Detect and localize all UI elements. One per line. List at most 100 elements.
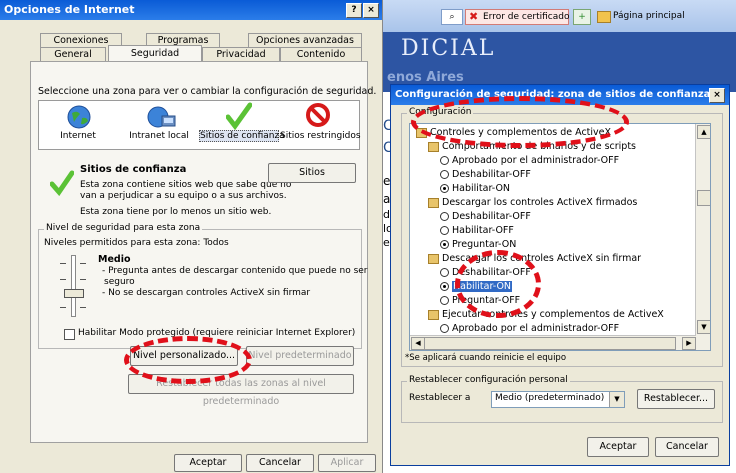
trusted-checkmark-icon — [49, 170, 75, 199]
reset-select[interactable]: Medio (predeterminado) ▼ — [491, 391, 625, 408]
reset-select-value: Medio (predeterminado) — [495, 393, 605, 403]
zone-internet[interactable] — [66, 104, 92, 133]
radio-button[interactable] — [440, 156, 449, 165]
scroll-down-icon[interactable]: ▼ — [697, 320, 710, 334]
tab-contenido[interactable]: Contenido — [280, 47, 362, 62]
scroll-thumb[interactable] — [697, 190, 710, 206]
radio-button[interactable] — [440, 240, 449, 249]
radio-button[interactable] — [440, 296, 449, 305]
zone-label-internet: Internet — [60, 131, 96, 141]
cancel-button[interactable]: Cancelar — [655, 437, 719, 457]
radio-button[interactable] — [440, 184, 449, 193]
intranet-icon — [147, 106, 176, 128]
help-button[interactable]: ? — [346, 3, 362, 18]
sites-button[interactable]: Sitios — [268, 163, 356, 183]
tree-option[interactable]: Deshabilitar-OFF — [412, 210, 710, 224]
radio-button[interactable] — [440, 268, 449, 277]
ok-button[interactable]: Aceptar — [587, 437, 649, 457]
zone-label-intranet: Intranet local — [129, 131, 189, 141]
radio-button[interactable] — [440, 226, 449, 235]
close-button[interactable]: × — [709, 88, 725, 103]
scroll-up-icon[interactable]: ▲ — [697, 125, 710, 139]
tree-category[interactable]: Descargar los controles ActiveX sin firm… — [412, 252, 710, 266]
tree-option[interactable]: Preguntar-ON — [412, 238, 710, 252]
ok-button[interactable]: Aceptar — [174, 454, 242, 472]
globe-icon — [67, 105, 91, 129]
zone-label-restricted: Sitios restringidos — [280, 131, 361, 141]
zone-restricted[interactable] — [305, 102, 331, 131]
level-desc: seguro — [104, 277, 135, 287]
tree-item-label: Preguntar-ON — [452, 239, 517, 250]
slider-tick — [80, 279, 86, 280]
scroll-left-icon[interactable]: ◀ — [411, 337, 425, 350]
error-shield-icon: ✖ — [469, 10, 479, 23]
checkmark-icon — [225, 102, 253, 131]
tree-hscrollbar[interactable]: ◀ ▶ — [410, 335, 696, 350]
slider-thumb[interactable] — [64, 289, 84, 298]
tree-scrollbar[interactable]: ▲ ▼ — [695, 124, 710, 350]
tree-item-label: Aprobado por el administrador-OFF — [452, 155, 620, 166]
search-icon: ⌕ — [449, 12, 455, 22]
reset-to-label: Restablecer a — [409, 393, 471, 403]
radio-button[interactable] — [440, 170, 449, 179]
zone-intranet[interactable] — [146, 104, 176, 133]
tree-category[interactable]: Descargar los controles ActiveX firmados — [412, 196, 710, 210]
home-icon — [597, 11, 611, 23]
apply-button: Aplicar — [318, 454, 376, 472]
folder-icon — [428, 141, 439, 152]
tree-item-label: Deshabilitar-OFF — [452, 169, 531, 180]
tab-general[interactable]: General — [40, 47, 106, 62]
zone-trusted[interactable] — [225, 102, 253, 133]
checkmark-icon — [49, 170, 75, 197]
folder-icon — [428, 309, 439, 320]
chevron-down-icon[interactable]: ▼ — [609, 392, 624, 407]
slider-tick — [60, 307, 66, 308]
annotation-highlight — [411, 96, 629, 148]
settings-tree[interactable]: Controles y complementos de ActiveX Compo… — [409, 123, 711, 351]
slider-tick — [80, 263, 86, 264]
reset-button[interactable]: Restablecer... — [637, 389, 715, 409]
zone-desc-title: Sitios de confianza — [80, 164, 187, 175]
protected-mode-label: Habilitar Modo protegido (requiere reini… — [78, 328, 356, 338]
folder-icon — [428, 197, 439, 208]
tree-category[interactable]: Ejecutar controles y complementos de Act… — [412, 308, 710, 322]
protected-mode-checkbox[interactable] — [64, 329, 75, 340]
hscroll-thumb[interactable] — [424, 337, 676, 350]
close-button[interactable]: × — [363, 3, 379, 18]
tab-seguridad[interactable]: Seguridad — [108, 45, 202, 62]
security-slider[interactable] — [56, 255, 90, 317]
radio-button[interactable] — [440, 282, 449, 291]
tree-item-label: Descargar los controles ActiveX firmados — [442, 197, 638, 208]
level-desc: - No se descargan controles ActiveX sin … — [102, 288, 311, 298]
titlebar: Opciones de Internet ? × — [0, 0, 382, 20]
cancel-button[interactable]: Cancelar — [246, 454, 314, 472]
zone-label-trusted: Sitios de confianza — [199, 130, 285, 142]
slider-track — [71, 255, 76, 317]
tree-option[interactable]: Deshabilitar-OFF — [412, 168, 710, 182]
tab-privacidad[interactable]: Privacidad — [202, 47, 280, 62]
tree-item-label: Deshabilitar-OFF — [452, 211, 531, 222]
tree-option[interactable]: Aprobado por el administrador-OFF — [412, 154, 710, 168]
browser-toolbar: ⌕ ✖ Error de certificado + Página princi… — [383, 0, 736, 33]
search-dropdown[interactable]: ⌕ — [441, 9, 463, 25]
scroll-right-icon[interactable]: ▶ — [682, 337, 696, 350]
add-favorites-icon[interactable]: + — [573, 9, 591, 25]
home-label[interactable]: Página principal — [613, 9, 685, 23]
cert-error-label: Error de certificado — [483, 12, 570, 22]
radio-button[interactable] — [440, 212, 449, 221]
tree-option[interactable]: Habilitar-ON — [412, 182, 710, 196]
level-desc: - Pregunta antes de descargar contenido … — [102, 266, 368, 276]
folder-icon — [428, 253, 439, 264]
tree-option[interactable]: Aprobado por el administrador-OFF — [412, 322, 710, 336]
reset-group-label: Restablecer configuración personal — [407, 375, 570, 385]
tab-opciones-avanzadas[interactable]: Opciones avanzadas — [248, 33, 362, 48]
slider-tick — [80, 307, 86, 308]
tree-option[interactable]: Habilitar-OFF — [412, 224, 710, 238]
zone-instruction: Seleccione una zona para ver o cambiar l… — [38, 86, 377, 97]
annotation-highlight — [455, 250, 541, 318]
certificate-error-button[interactable]: ✖ Error de certificado — [465, 9, 569, 25]
radio-button[interactable] — [440, 324, 449, 333]
slider-tick — [60, 263, 66, 264]
zone-desc-text: van a perjudicar a su equipo o a sus arc… — [80, 191, 287, 201]
tree-option[interactable]: Preguntar-OFF — [412, 294, 710, 308]
